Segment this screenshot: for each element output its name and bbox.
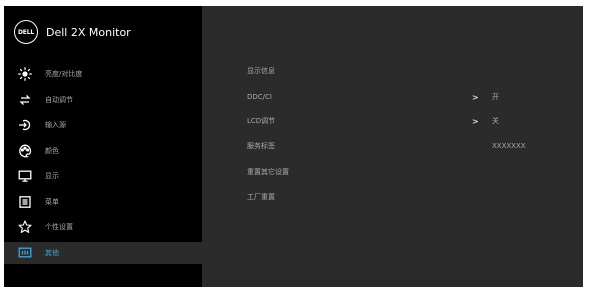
row-factory-reset[interactable]: 工厂重置 bbox=[247, 187, 275, 207]
dell-logo: DELL bbox=[14, 20, 38, 44]
sidebar-item-others[interactable]: 其他 bbox=[4, 241, 202, 264]
row-label: 工厂重置 bbox=[247, 193, 275, 201]
sidebar-item-auto-adjust[interactable]: 自动调节 bbox=[4, 89, 202, 111]
sidebar-item-color[interactable]: 颜色 bbox=[4, 140, 202, 162]
menu-icon bbox=[17, 194, 33, 210]
auto-adjust-icon bbox=[17, 92, 33, 108]
sidebar-item-label: 输入源 bbox=[45, 121, 66, 129]
row-reset-other[interactable]: 重置其它设置 bbox=[247, 162, 289, 182]
display-icon bbox=[17, 168, 33, 184]
row-label: DDC/CI bbox=[247, 93, 272, 101]
sidebar-item-display[interactable]: 显示 bbox=[4, 165, 202, 187]
row-label: 重置其它设置 bbox=[247, 168, 289, 176]
row-ddc-ci[interactable]: DDC/CI > 开 bbox=[247, 87, 577, 107]
logo-text: DELL bbox=[18, 28, 34, 36]
sidebar-item-label: 菜单 bbox=[45, 197, 59, 206]
service-tag-value: XXXXXXX bbox=[492, 142, 526, 150]
row-label: 显示信息 bbox=[247, 67, 275, 75]
sidebar-item-input-source[interactable]: 输入源 bbox=[4, 114, 202, 136]
brightness-icon bbox=[17, 66, 33, 82]
chevron-right-icon: > bbox=[472, 92, 479, 102]
sidebar-item-label: 自动调节 bbox=[45, 95, 73, 104]
others-icon bbox=[17, 245, 33, 261]
sidebar-item-label: 个性设置 bbox=[45, 223, 73, 231]
osd-header: DELL Dell 2X Monitor bbox=[4, 6, 202, 58]
sidebar-item-label: 其他 bbox=[45, 248, 59, 257]
sidebar-item-label: 显示 bbox=[45, 172, 59, 180]
input-source-icon bbox=[17, 117, 33, 133]
settings-panel: 显示信息 DDC/CI > 开 LCD调节 > 关 服务标签 XXXXXXX 重… bbox=[202, 6, 583, 287]
sidebar-item-menu[interactable]: 菜单 bbox=[4, 191, 202, 213]
row-lcd-conditioning[interactable]: LCD调节 > 关 bbox=[247, 111, 577, 131]
sidebar-item-label: 亮度/对比度 bbox=[45, 70, 83, 78]
sidebar-item-label: 颜色 bbox=[45, 146, 59, 155]
sidebar: DELL Dell 2X Monitor 亮度/对比度 自动调节 输入源 颜色 … bbox=[4, 6, 202, 287]
row-value: 关 bbox=[492, 117, 499, 125]
row-service-tag: 服务标签 XXXXXXX bbox=[247, 136, 577, 156]
row-value: 开 bbox=[492, 93, 499, 101]
row-label: LCD调节 bbox=[247, 117, 276, 125]
chevron-right-icon: > bbox=[472, 116, 479, 126]
sidebar-item-brightness-contrast[interactable]: 亮度/对比度 bbox=[4, 63, 202, 85]
row-label: 服务标签 bbox=[247, 142, 275, 150]
sidebar-menu: 亮度/对比度 自动调节 输入源 颜色 显示 菜单 个性设置 其他 bbox=[4, 63, 202, 267]
monitor-osd: DELL Dell 2X Monitor 亮度/对比度 自动调节 输入源 颜色 … bbox=[4, 6, 583, 287]
color-palette-icon bbox=[17, 143, 33, 159]
sidebar-item-personalize[interactable]: 个性设置 bbox=[4, 216, 202, 238]
star-icon bbox=[17, 219, 33, 235]
monitor-title: Dell 2X Monitor bbox=[46, 25, 131, 39]
row-display-info[interactable]: 显示信息 bbox=[247, 61, 275, 81]
